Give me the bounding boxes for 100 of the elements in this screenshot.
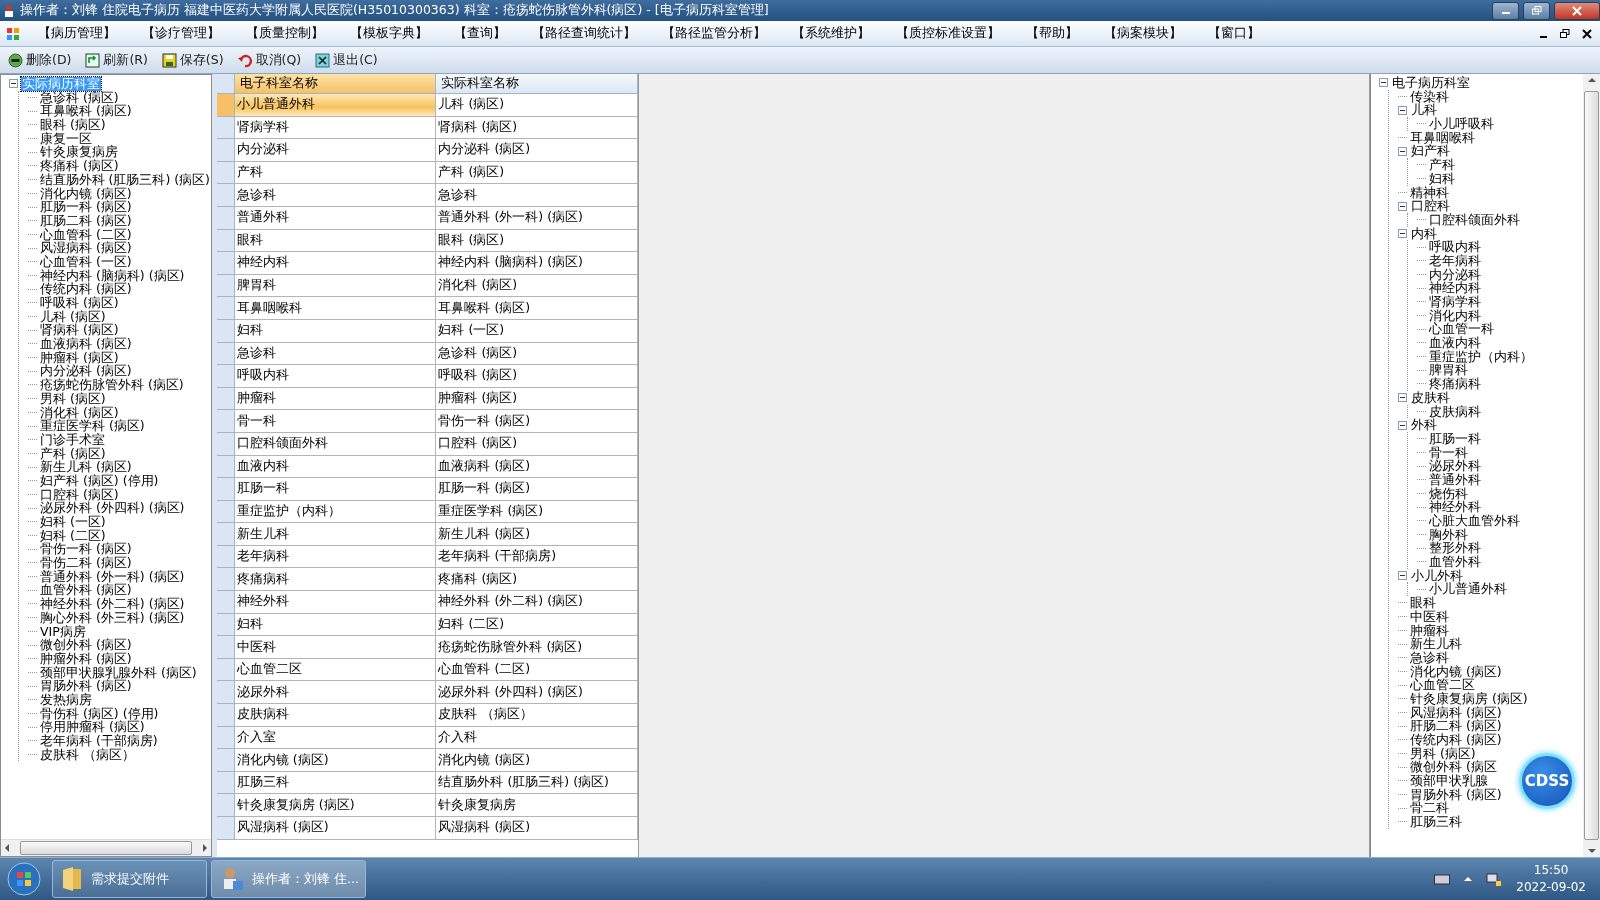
tree-item[interactable]: 普通外科 (外一科) (病区) (39, 569, 186, 584)
tree-item[interactable]: 脾胃科 (1428, 363, 1469, 378)
column-header[interactable]: 电子科室名称 (234, 74, 437, 94)
scrollbar-thumb[interactable] (1584, 91, 1599, 840)
row-header[interactable] (217, 184, 235, 207)
menu-item[interactable]: 【模板字典】 (350, 25, 428, 42)
row-header[interactable] (217, 591, 235, 614)
tree-item[interactable]: 泌尿外科 (1428, 459, 1482, 473)
row-header[interactable] (217, 432, 235, 456)
tree-item[interactable]: 消化内科 (1428, 308, 1482, 323)
scrollbar-thumb[interactable] (20, 841, 192, 855)
menu-item[interactable]: 【病案模块】 (1104, 25, 1182, 42)
tree-item[interactable]: 门诊手术室 (39, 432, 106, 447)
tree-item[interactable]: 内分泌科 (病区) (39, 364, 133, 379)
scroll-left-icon[interactable] (4, 844, 10, 852)
tree-item[interactable]: 康复一区 (39, 131, 93, 146)
tree-item[interactable]: 骨二科 (1409, 801, 1450, 816)
tree-item[interactable]: 针灸康复病房 (39, 145, 119, 160)
menu-item[interactable]: 【路径监管分析】 (662, 25, 766, 42)
tree-item[interactable]: 妇产科 (病区) (停用) (39, 473, 160, 488)
tree-item[interactable]: 妇产科 (1410, 144, 1451, 159)
tree-item[interactable]: 新生儿科 (1409, 637, 1463, 651)
collapse-toggle[interactable] (1398, 393, 1407, 403)
row-header[interactable] (217, 658, 235, 682)
tree-item[interactable]: 心血管一科 (1428, 322, 1495, 337)
tree-item[interactable]: 产科 (1428, 158, 1456, 172)
row-header[interactable] (217, 387, 235, 411)
scroll-down-icon[interactable] (1587, 848, 1596, 854)
tree-item[interactable]: 疼痛病科 (1428, 377, 1482, 391)
toolbar-button[interactable]: 取消(Q) (235, 51, 304, 69)
tree-item[interactable]: 针灸康复病房 (病区) (1409, 691, 1529, 706)
tree-item[interactable]: 结直肠外科 (肛肠三科) (病区) (38, 172, 211, 187)
collapse-toggle[interactable] (1398, 228, 1407, 238)
tree-item[interactable]: 消化内镜 (病区) (39, 186, 133, 201)
restore-icon[interactable] (1560, 28, 1570, 39)
tree-item[interactable]: 疼痛科 (病区) (39, 159, 120, 173)
scroll-up-icon[interactable] (1587, 77, 1596, 83)
tree-item[interactable]: 外科 (1410, 418, 1438, 432)
column-header[interactable]: 实际科室名称 (436, 74, 638, 94)
tree-item[interactable]: 整形外科 (1428, 541, 1482, 556)
collapse-toggle[interactable] (1398, 571, 1407, 581)
tree-item[interactable]: 电子病历科室 (1391, 76, 1471, 90)
row-header[interactable] (217, 636, 235, 659)
taskbar-button[interactable]: 需求提交附件 (52, 860, 207, 898)
tree-item[interactable]: 妇科 (1428, 171, 1456, 186)
tree-item[interactable]: 肛肠一科 (1428, 431, 1482, 446)
tree-item[interactable]: 肿瘤外科 (病区) (39, 651, 133, 666)
row-header[interactable] (217, 206, 235, 230)
tree-item[interactable]: 心血管二区 (1409, 678, 1476, 692)
collapse-toggle[interactable] (1379, 78, 1388, 88)
tree-item[interactable]: 微创外科 (病区) (39, 638, 133, 652)
tree-item[interactable]: 发热病房 (39, 692, 93, 707)
row-header[interactable] (217, 94, 235, 117)
tree-item[interactable]: 风湿病科 (病区) (1409, 705, 1503, 720)
tree-item[interactable]: 普通外科 (1428, 472, 1482, 487)
tree-item[interactable]: 呼吸内科 (1428, 240, 1482, 254)
tree-item[interactable]: 耳鼻喉科 (病区) (39, 104, 133, 119)
row-header[interactable] (217, 455, 235, 479)
tree-item[interactable]: 消化内镜 (病区) (1409, 664, 1503, 679)
tree-item[interactable]: 血液内科 (1428, 336, 1482, 350)
tree-item[interactable]: 妇科 (一区) (39, 515, 107, 529)
row-header[interactable] (217, 116, 235, 140)
row-header[interactable] (217, 545, 235, 569)
scroll-right-icon[interactable] (202, 844, 208, 852)
tree-item[interactable]: 儿科 (1410, 103, 1438, 118)
tree-item[interactable]: 心血管科 (二区) (39, 227, 133, 242)
row-header[interactable] (217, 817, 235, 840)
tree-item[interactable]: 眼科 (1409, 596, 1437, 610)
collapse-toggle[interactable] (1398, 201, 1407, 211)
tree-item[interactable]: 胸心外科 (外三科) (病区) (39, 610, 186, 625)
tree-item[interactable]: 血管外科 (1428, 555, 1482, 569)
restore-button[interactable] (1523, 1, 1550, 20)
tree-item[interactable]: 老年病科 (干部病房) (39, 734, 159, 748)
row-header[interactable] (217, 771, 235, 795)
row-header[interactable] (217, 342, 235, 366)
row-header[interactable] (217, 478, 235, 501)
tree-item[interactable]: 急诊科 (1409, 650, 1450, 665)
tree-item[interactable]: 耳鼻咽喉科 (1409, 130, 1476, 145)
row-header[interactable] (217, 319, 235, 343)
toolbar-button[interactable]: 刷新(R) (83, 51, 150, 69)
collapse-toggle[interactable] (1398, 105, 1407, 115)
tree-item[interactable]: 皮肤病科 (1428, 404, 1482, 419)
toolbar-button[interactable]: 退出(C) (313, 51, 380, 69)
menu-item[interactable]: 【质控标准设置】 (896, 25, 1000, 42)
tree-item[interactable]: 神经内科 (脑病科) (病区) (39, 268, 186, 283)
tree-item[interactable]: 肛肠一科 (病区) (39, 200, 133, 214)
tree-item[interactable]: 肿瘤科 (病区) (39, 350, 120, 365)
tree-item[interactable]: 呼吸科 (病区) (39, 296, 120, 310)
row-header[interactable] (217, 139, 235, 162)
row-header[interactable] (217, 794, 235, 817)
tree-item[interactable]: 男科 (病区) (1409, 746, 1477, 761)
row-header[interactable] (217, 252, 235, 275)
tree-item[interactable]: 妇科 (二区) (39, 528, 107, 543)
tree-item[interactable]: 眼科 (病区) (39, 118, 107, 132)
row-header[interactable] (217, 726, 235, 750)
tree-item[interactable]: 血液病科 (病区) (39, 337, 133, 351)
toolbar-button[interactable]: 删除(D) (6, 51, 74, 69)
tree-item[interactable]: 肛肠三科 (1409, 815, 1463, 829)
tree-item[interactable]: 血管外科 (病区) (39, 583, 133, 598)
tree-item[interactable]: 胃肠外科 (病区) (39, 679, 133, 693)
